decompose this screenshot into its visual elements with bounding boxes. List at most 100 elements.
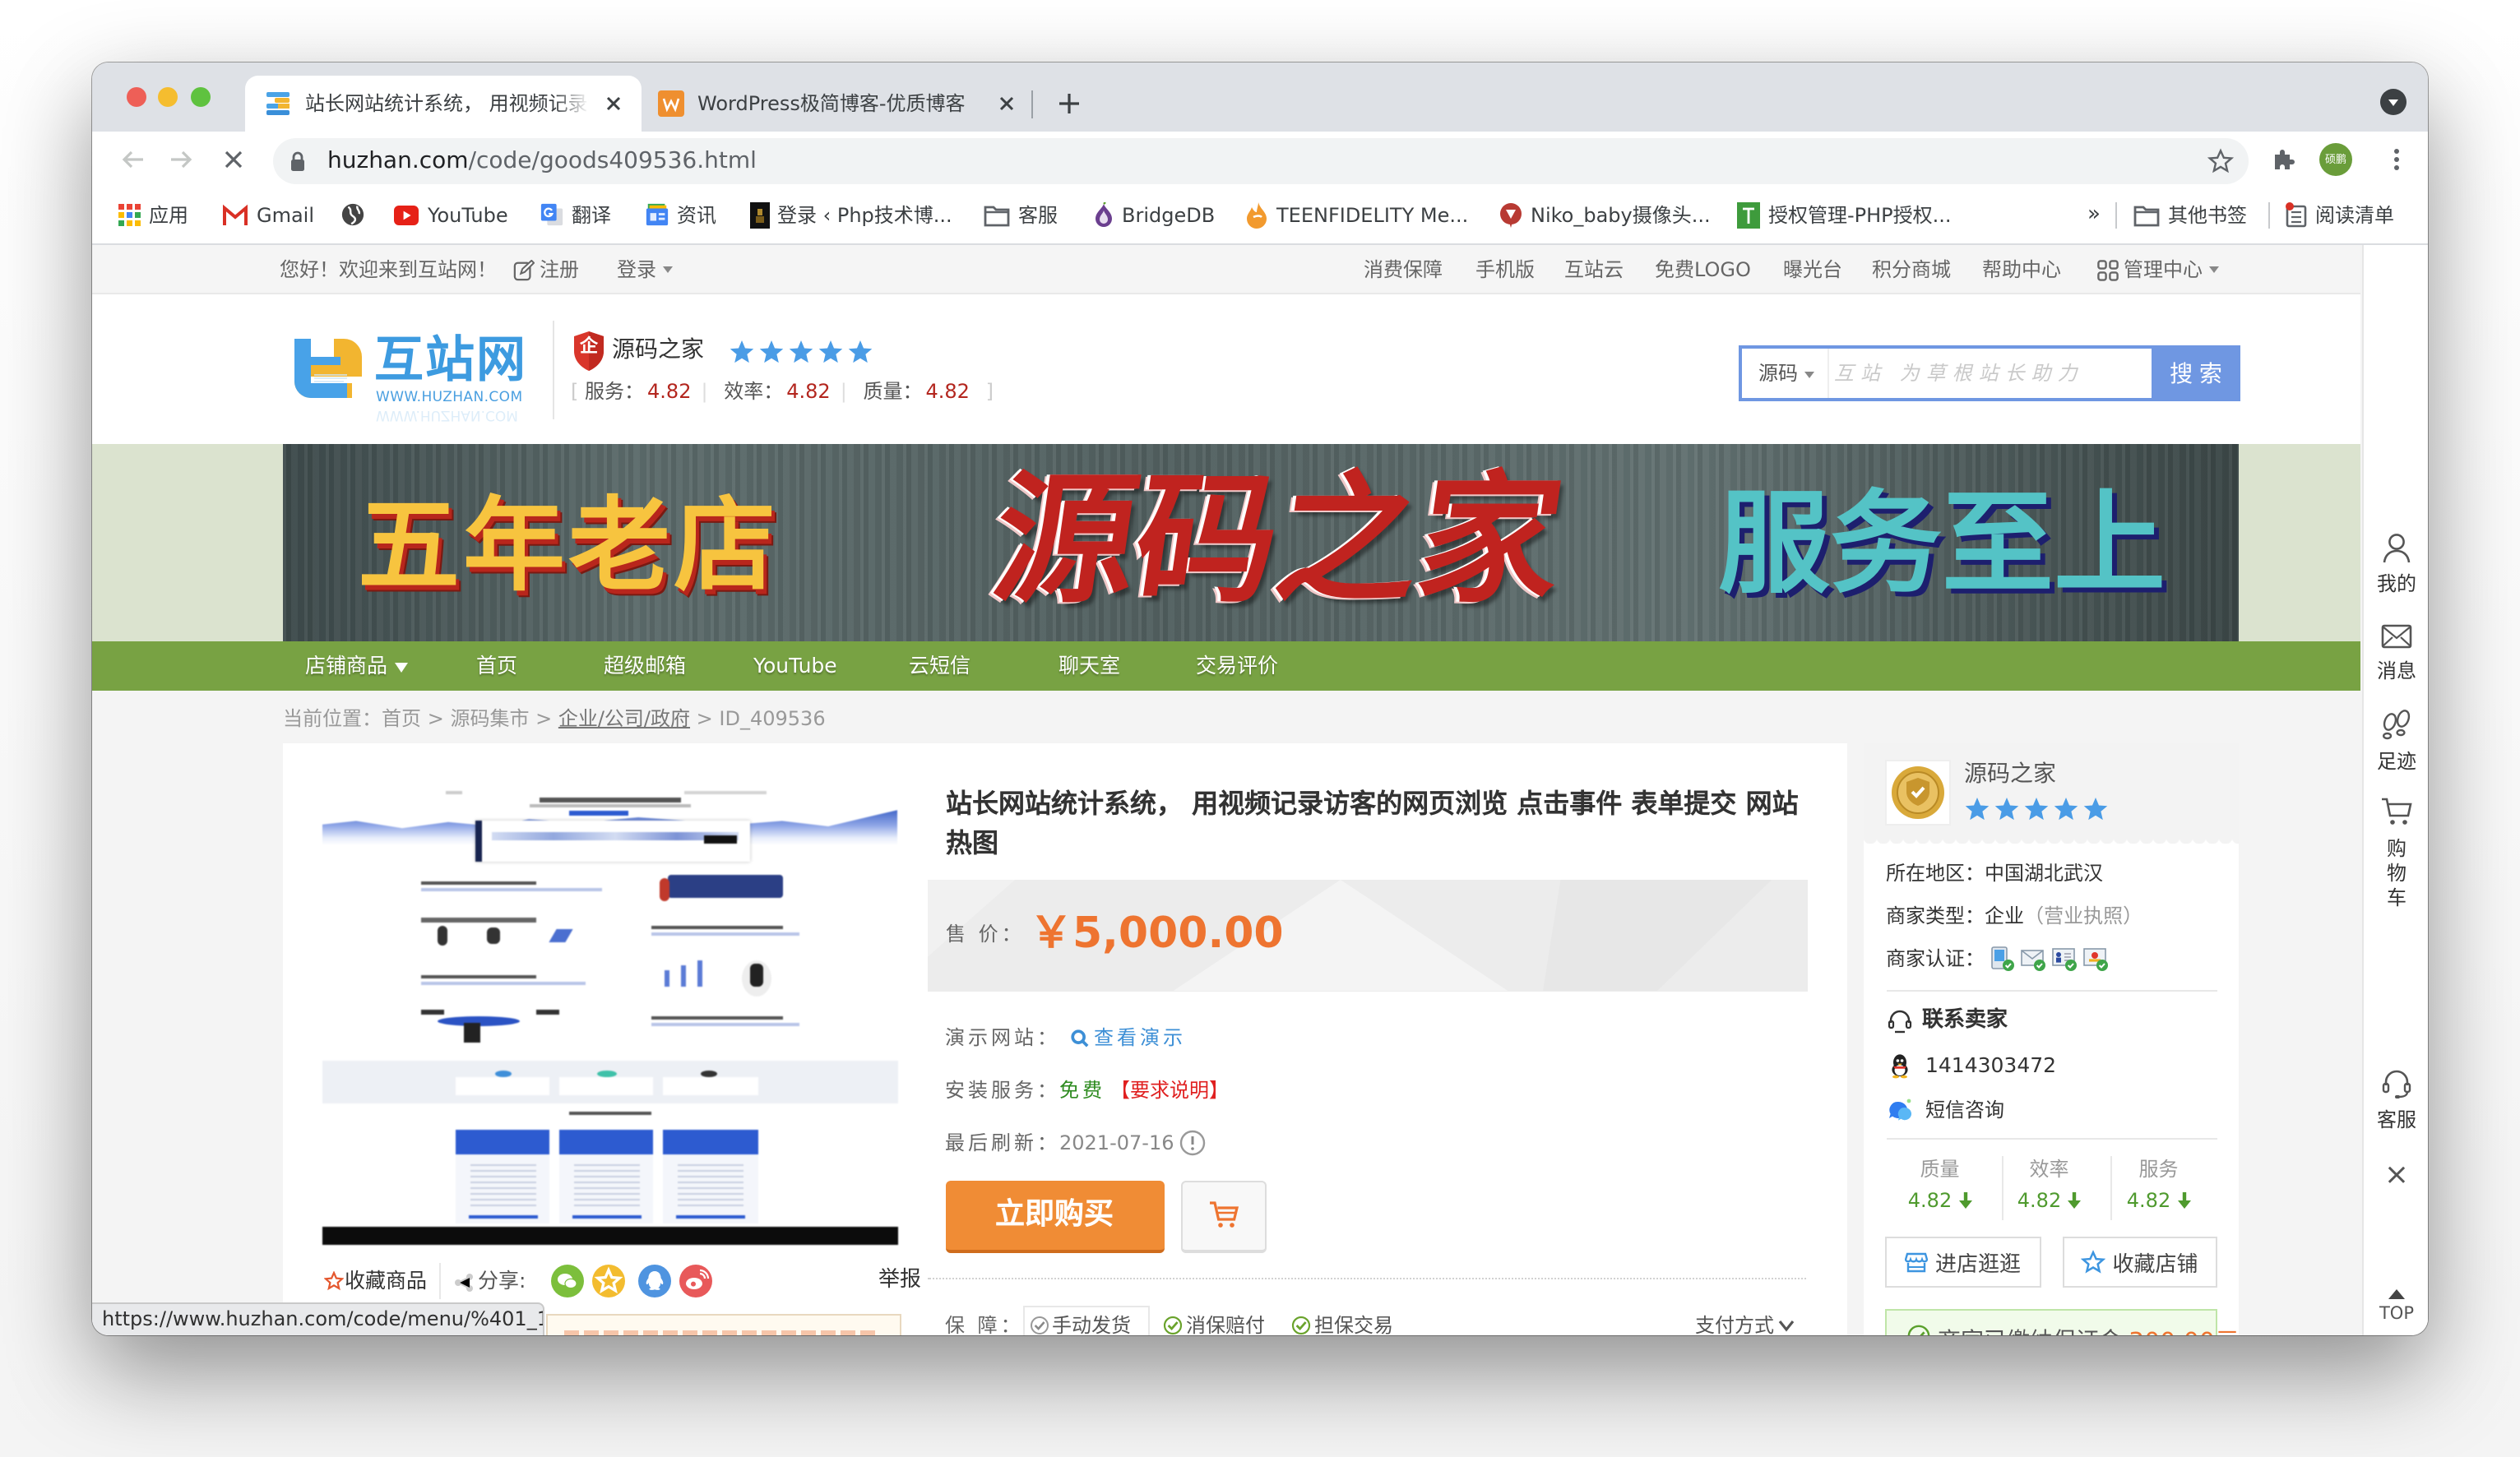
product-image[interactable]: [322, 785, 897, 1245]
topbar-link[interactable]: 消费保障: [1364, 244, 1443, 294]
topbar-link[interactable]: 互站云: [1564, 244, 1624, 294]
breadcrumb-item-home[interactable]: 首页: [382, 706, 421, 729]
back-to-top-button[interactable]: TOP: [2364, 1303, 2428, 1325]
share-weibo-icon[interactable]: [679, 1264, 712, 1297]
sidebar-close-button[interactable]: ×: [2364, 1159, 2428, 1190]
bookmark-news[interactable]: 资讯: [644, 187, 716, 243]
sidebar-footprints[interactable]: 足迹: [2364, 750, 2428, 775]
topbar-link[interactable]: 手机版: [1475, 244, 1535, 294]
chrome-menu-icon[interactable]: [2383, 146, 2410, 173]
mail-icon[interactable]: [2380, 619, 2413, 652]
nav-super-mail[interactable]: 超级邮箱: [604, 641, 686, 691]
bookmark-teenfidelity[interactable]: TEENFIDELITY Me...: [1245, 187, 1468, 243]
nav-home[interactable]: 首页: [476, 641, 517, 691]
info-circle-icon[interactable]: [1179, 1130, 1206, 1156]
search-button[interactable]: 搜 索: [2152, 345, 2240, 401]
topbar-link[interactable]: 帮助中心: [1982, 244, 2061, 294]
visit-store-button[interactable]: 进店逛逛: [1885, 1237, 2041, 1288]
bookmark-youtube[interactable]: YouTube: [393, 187, 508, 243]
new-tab-button[interactable]: [1058, 92, 1081, 115]
bookmarks-overflow-button[interactable]: »: [2087, 187, 2101, 243]
minimize-window-button[interactable]: [158, 87, 178, 107]
follow-store-button[interactable]: 收藏店铺: [2062, 1237, 2217, 1288]
user-icon[interactable]: [2380, 530, 2413, 563]
topbar-link[interactable]: 免费LOGO: [1655, 244, 1751, 294]
license-verified-icon[interactable]: [2082, 945, 2109, 971]
share-wechat-icon[interactable]: [550, 1264, 583, 1297]
extensions-puzzle-icon[interactable]: [2272, 146, 2298, 173]
add-to-cart-button[interactable]: [1181, 1181, 1266, 1252]
nav-cloud-sms[interactable]: 云短信: [909, 641, 970, 691]
huzhan-logo[interactable]: 互站网 WWW.HUZHAN.COM WWW.HUZHAN.COM: [290, 327, 526, 423]
footprints-icon[interactable]: [2380, 709, 2413, 742]
seller-qq-number[interactable]: 1414303472: [1925, 1052, 2056, 1079]
admin-center-dropdown[interactable]: 管理中心: [2124, 244, 2220, 294]
report-link[interactable]: 举报: [878, 1267, 921, 1293]
customer-service-headset-icon[interactable]: [2380, 1067, 2413, 1100]
bookmark-bridgedb[interactable]: BridgeDB: [1094, 187, 1215, 243]
bookmark-niko[interactable]: Niko_baby摄像头...: [1498, 187, 1711, 243]
favorite-product-link[interactable]: 收藏商品: [345, 1267, 427, 1293]
nav-reviews[interactable]: 交易评价: [1196, 641, 1278, 691]
reading-list[interactable]: 阅读清单: [2284, 187, 2394, 243]
topbar-link[interactable]: 积分商城: [1872, 244, 1951, 294]
demo-link[interactable]: 查看演示: [1071, 1025, 1186, 1051]
bookmark-auth-manager[interactable]: 授权管理-PHP授权...: [1737, 187, 1952, 243]
tab-close-icon[interactable]: [603, 94, 623, 113]
breadcrumb-item-category[interactable]: 企业/公司/政府: [558, 706, 690, 729]
sidebar-cart[interactable]: 购物车: [2387, 837, 2407, 911]
search-category-dropdown[interactable]: 源码: [1742, 349, 1829, 398]
tab-close-icon[interactable]: [997, 94, 1017, 113]
nav-youtube[interactable]: YouTube: [753, 641, 837, 691]
search-input[interactable]: [1834, 349, 2147, 398]
breadcrumb-item-market[interactable]: 源码集市: [450, 706, 529, 729]
lock-icon[interactable]: [290, 151, 306, 171]
buy-now-button[interactable]: 立即购买: [945, 1181, 1164, 1252]
address-bar[interactable]: huzhan.com/code/goods409536.html: [273, 138, 2249, 184]
sms-chat-icon[interactable]: [1886, 1096, 1912, 1122]
cart-icon[interactable]: [2380, 795, 2413, 828]
sidebar-messages[interactable]: 消息: [2364, 659, 2428, 684]
bookmark-translate[interactable]: 翻译: [539, 187, 611, 243]
tab-search-icon[interactable]: [2380, 89, 2407, 115]
stop-loading-icon[interactable]: [220, 146, 247, 173]
bookmark-apps[interactable]: 应用: [118, 187, 188, 243]
guarantee-consumer-protection[interactable]: 消保赔付: [1163, 1312, 1265, 1334]
payment-methods-dropdown[interactable]: 支付方式: [1695, 1312, 1794, 1334]
topbar-link[interactable]: 曝光台: [1783, 244, 1842, 294]
register-link[interactable]: 注册: [540, 244, 579, 294]
bookmark-star-icon[interactable]: [2207, 148, 2234, 174]
sidebar-customer-service[interactable]: 客服: [2364, 1108, 2428, 1133]
seller-name[interactable]: 源码之家: [1964, 761, 2056, 789]
install-requirements-link[interactable]: 【要求说明】: [1110, 1076, 1229, 1103]
tab-active[interactable]: 站长网站统计系统， 用视频记录访: [245, 76, 642, 132]
phone-verified-icon[interactable]: [1989, 945, 2015, 971]
tab-title[interactable]: WordPress极简博客-优质博客: [697, 90, 985, 117]
zoom-window-button[interactable]: [191, 87, 211, 107]
guarantee-manual-delivery[interactable]: 手动发货: [1029, 1312, 1131, 1334]
bookmark-php-blog[interactable]: 登录 ‹ Php技术博...: [749, 187, 952, 243]
favorite-star-icon[interactable]: [323, 1270, 343, 1290]
sidebar-my[interactable]: 我的: [2364, 571, 2428, 596]
close-window-button[interactable]: [127, 87, 146, 107]
bookmark-globe[interactable]: [340, 187, 365, 243]
email-verified-icon[interactable]: [2020, 945, 2046, 971]
login-dropdown[interactable]: 登录: [617, 244, 674, 294]
share-qzone-icon[interactable]: [591, 1264, 624, 1297]
back-arrow-icon[interactable]: [120, 146, 146, 173]
share-qq-icon[interactable]: [637, 1264, 670, 1297]
other-bookmarks[interactable]: 其他书签: [2133, 187, 2247, 243]
back-to-top-triangle-icon[interactable]: [2388, 1288, 2405, 1298]
url-text[interactable]: huzhan.com/code/goods409536.html: [327, 138, 757, 184]
shop-name[interactable]: 源码之家: [612, 337, 704, 365]
sms-consult-link[interactable]: 短信咨询: [1925, 1096, 2004, 1122]
nav-chatroom[interactable]: 聊天室: [1058, 641, 1120, 691]
profile-avatar[interactable]: 硕鹏: [2319, 143, 2352, 176]
guarantee-escrow[interactable]: 担保交易: [1291, 1312, 1393, 1334]
bookmark-gmail[interactable]: Gmail: [222, 187, 314, 243]
forward-arrow-icon[interactable]: [168, 146, 194, 173]
qq-penguin-icon[interactable]: [1886, 1052, 1912, 1079]
nav-shop-products[interactable]: 店铺商品: [305, 641, 408, 691]
bookmark-folder-kefu[interactable]: 客服: [984, 187, 1058, 243]
identity-verified-icon[interactable]: [2051, 945, 2078, 971]
